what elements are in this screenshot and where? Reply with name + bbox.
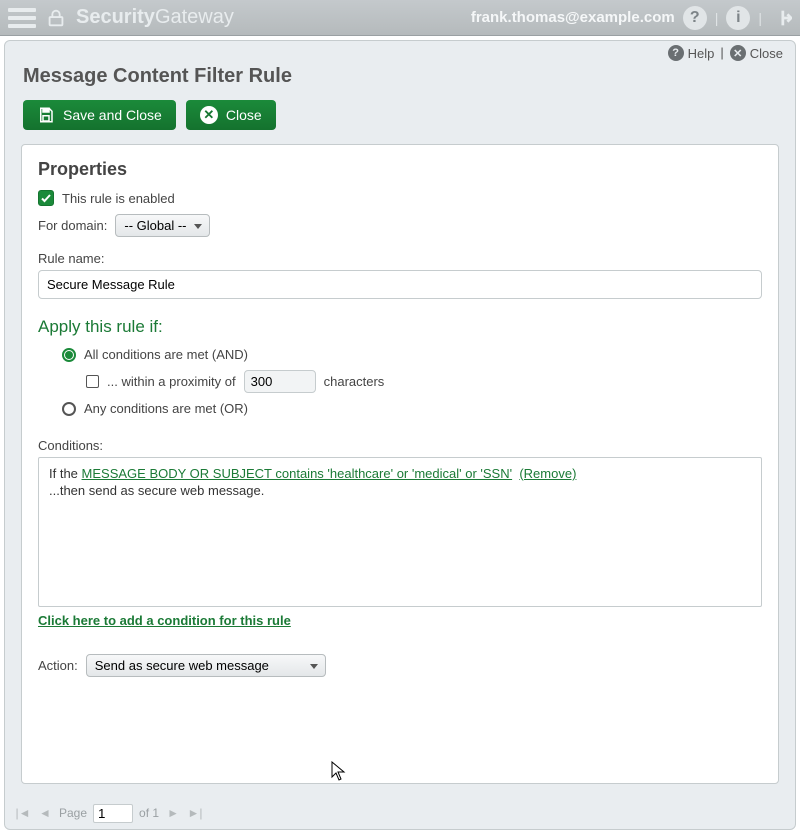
panel-header: ? Help | ✕ Close xyxy=(5,41,795,61)
domain-label: For domain: xyxy=(38,218,107,233)
app-topbar: SecurityGateway frank.thomas@example.com… xyxy=(0,0,800,36)
pager-prev-icon[interactable]: ◄ xyxy=(37,806,53,820)
properties-card: Properties This rule is enabled For doma… xyxy=(21,144,779,784)
pager-of-label: of 1 xyxy=(139,806,159,820)
close-badge-icon: ✕ xyxy=(730,45,746,61)
brand-bold: Security xyxy=(76,6,155,29)
domain-select[interactable]: -- Global -- xyxy=(115,214,210,237)
condition-remove-link[interactable]: (Remove) xyxy=(519,466,576,481)
help-badge-icon: ? xyxy=(668,45,684,61)
and-radio[interactable] xyxy=(62,348,76,362)
help-link[interactable]: ? Help xyxy=(668,45,715,61)
or-label: Any conditions are met (OR) xyxy=(84,401,248,416)
main-panel: ? Help | ✕ Close Message Content Filter Ru… xyxy=(4,40,796,830)
conditions-logic: All conditions are met (AND) ... within … xyxy=(38,347,762,416)
proximity-checkbox[interactable] xyxy=(86,375,99,388)
info-icon[interactable]: i xyxy=(726,6,750,30)
rule-name-label: Rule name: xyxy=(38,251,104,266)
toolbar: Save and Close ✕ Close xyxy=(5,100,795,144)
enabled-checkbox[interactable] xyxy=(38,190,54,206)
enabled-label: This rule is enabled xyxy=(62,191,175,206)
save-and-close-button[interactable]: Save and Close xyxy=(23,100,176,130)
or-radio[interactable] xyxy=(62,402,76,416)
action-label: Action: xyxy=(38,658,78,673)
close-icon: ✕ xyxy=(200,106,218,124)
condition-prefix: If the xyxy=(49,466,82,481)
close-link[interactable]: ✕ Close xyxy=(730,45,783,61)
pager-page-input[interactable] xyxy=(93,804,133,823)
divider: | xyxy=(758,10,762,26)
and-label: All conditions are met (AND) xyxy=(84,347,248,362)
condition-then-text: ...then send as secure web message. xyxy=(49,483,751,498)
proximity-suffix: characters xyxy=(324,374,385,389)
enabled-row: This rule is enabled xyxy=(38,190,762,206)
lock-icon xyxy=(42,4,70,32)
user-email: frank.thomas@example.com xyxy=(471,9,675,26)
apply-title: Apply this rule if: xyxy=(38,317,762,337)
rule-name-input[interactable] xyxy=(38,270,762,299)
proximity-prefix: ... within a proximity of xyxy=(107,374,236,389)
pager-last-icon[interactable]: ►| xyxy=(187,806,203,820)
brand-title: SecurityGateway xyxy=(76,6,234,29)
domain-row: For domain: -- Global -- xyxy=(38,214,762,237)
action-select[interactable]: Send as secure web message xyxy=(86,654,326,677)
save-button-label: Save and Close xyxy=(63,107,162,123)
pager-page-label: Page xyxy=(59,806,87,820)
help-link-label: Help xyxy=(688,46,715,61)
page-title: Message Content Filter Rule xyxy=(5,61,795,100)
close-button-label: Close xyxy=(226,107,262,123)
pager-next-icon[interactable]: ► xyxy=(165,806,181,820)
proximity-input[interactable] xyxy=(244,370,316,393)
brand-light: Gateway xyxy=(155,6,234,29)
properties-title: Properties xyxy=(38,159,762,180)
action-row: Action: Send as secure web message xyxy=(38,654,762,677)
close-link-label: Close xyxy=(750,46,783,61)
save-icon xyxy=(37,106,55,124)
logout-icon[interactable] xyxy=(770,7,792,29)
divider: | xyxy=(715,10,719,26)
help-icon[interactable]: ? xyxy=(683,6,707,30)
pager-first-icon[interactable]: |◄ xyxy=(15,806,31,820)
pager: |◄ ◄ Page of 1 ► ►| xyxy=(11,801,789,825)
close-button[interactable]: ✕ Close xyxy=(186,100,276,130)
conditions-box: If the MESSAGE BODY OR SUBJECT contains … xyxy=(38,457,762,607)
menu-icon[interactable] xyxy=(8,4,36,32)
divider: | xyxy=(720,45,723,61)
add-condition-link[interactable]: Click here to add a condition for this r… xyxy=(38,613,291,628)
rule-name-block: Rule name: xyxy=(38,251,762,299)
condition-link[interactable]: MESSAGE BODY OR SUBJECT contains 'health… xyxy=(82,466,513,481)
conditions-label: Conditions: xyxy=(38,438,762,453)
